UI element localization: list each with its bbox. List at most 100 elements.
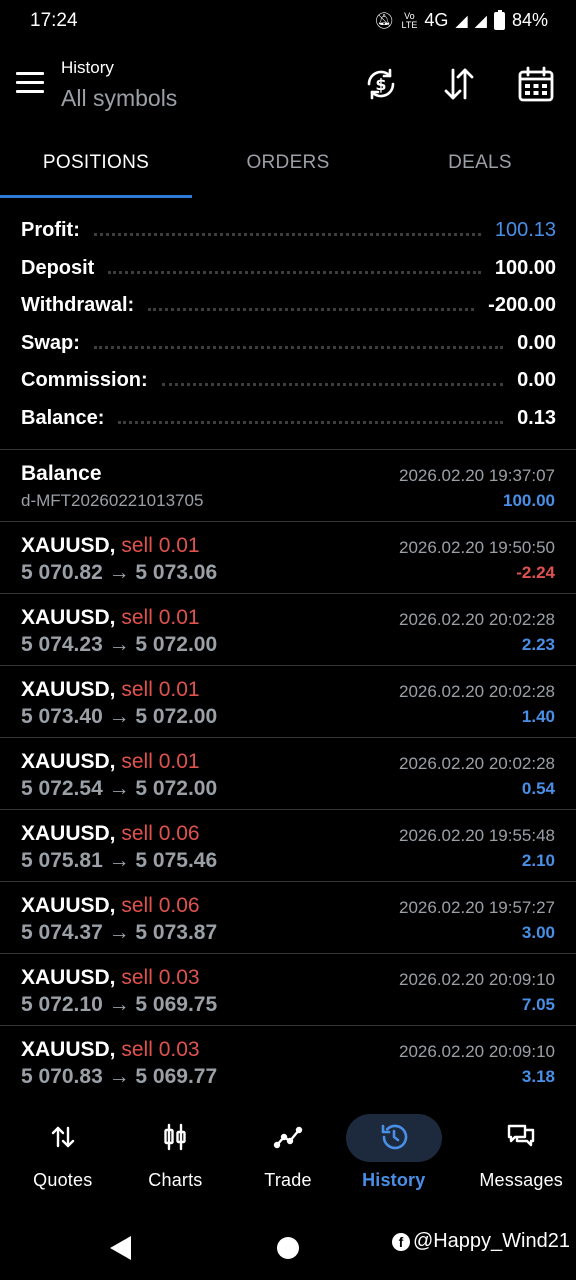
active-tab-indicator [0,195,192,198]
signal-icon: ◢ [455,12,468,30]
tab-positions[interactable]: POSITIONS [0,140,192,198]
position-time: 2026.02.20 20:02:28 [399,610,555,629]
position-title: XAUUSD, sell 0.06 [21,822,200,846]
balance-amount: 100.00 [503,491,555,510]
position-title: XAUUSD, sell 0.01 [21,750,200,774]
position-profit: 3.18 [521,1067,555,1086]
system-navigation-bar: f @Happy_Wind21 [0,1220,576,1280]
dotted-leader [118,420,504,424]
position-prices: 5 070.82 → 5 073.06 [21,561,218,584]
summary-row-profit: Profit: 100.13 [21,212,556,250]
position-time: 2026.02.20 20:02:28 [399,754,555,773]
position-prices: 5 072.54 → 5 072.00 [21,777,218,800]
position-profit: -2.24 [516,563,555,582]
position-symbol: XAUUSD, [21,894,116,917]
balance-time: 2026.02.20 19:37:07 [399,466,555,485]
nav-label: Quotes [33,1170,93,1190]
position-title: XAUUSD, sell 0.01 [21,606,200,630]
nav-quotes[interactable]: Quotes [8,1112,118,1202]
withdrawal-value: -200.00 [488,294,556,317]
position-symbol: XAUUSD, [21,966,116,989]
position-profit: 1.40 [521,707,555,726]
nav-charts[interactable]: Charts [121,1112,231,1202]
battery-icon [493,9,505,30]
position-symbol: XAUUSD, [21,822,116,845]
network-label: 4G [424,10,449,30]
nav-label: Messages [479,1170,563,1190]
summary-label: Withdrawal: [21,294,135,317]
calendar-icon[interactable] [516,64,556,104]
nav-history[interactable]: History [345,1112,456,1202]
dotted-leader [108,270,481,274]
position-time: 2026.02.20 19:57:27 [399,898,555,917]
currency-exchange-icon[interactable]: $ [361,64,401,104]
app-header: History All symbols $ [0,52,576,122]
tab-deals[interactable]: DEALS [384,140,576,198]
menu-icon[interactable] [16,72,44,94]
summary-label: Commission: [21,369,148,392]
facebook-icon: f [391,1232,410,1251]
position-side: sell 0.06 [121,822,200,845]
notifications-off-icon: 🔕︎ [374,12,395,30]
position-prices: 5 072.10 → 5 069.75 [21,993,218,1016]
dotted-leader [161,383,504,387]
position-side: sell 0.01 [121,606,200,629]
tab-orders[interactable]: ORDERS [192,140,384,198]
position-row[interactable]: XAUUSD, sell 0.03 5 072.10 → 5 069.75 20… [0,954,576,1026]
position-profit: 0.54 [521,779,555,798]
position-symbol: XAUUSD, [21,750,116,773]
history-icon [346,1112,442,1162]
position-symbol: XAUUSD, [21,606,116,629]
summary-label: Deposit [21,256,95,279]
summary-label: Swap: [21,331,80,354]
history-tabs: POSITIONS ORDERS DEALS [0,140,576,198]
position-side: sell 0.01 [121,750,200,773]
bottom-navigation: Quotes Charts Trade History Messages [0,1112,576,1202]
nav-messages[interactable]: Messages [466,1112,576,1202]
position-prices: 5 074.23 → 5 072.00 [21,633,218,656]
volte-icon: Vo LTE [401,10,418,30]
balance-value: 0.13 [517,406,556,429]
position-side: sell 0.01 [121,534,200,557]
messages-icon [466,1112,576,1162]
position-row[interactable]: XAUUSD, sell 0.01 5 070.82 → 5 073.06 20… [0,522,576,594]
position-row[interactable]: XAUUSD, sell 0.03 5 070.83 → 5 069.77 20… [0,1026,576,1098]
position-row[interactable]: XAUUSD, sell 0.06 5 075.81 → 5 075.46 20… [0,810,576,882]
position-title: XAUUSD, sell 0.01 [21,534,200,558]
position-title: XAUUSD, sell 0.01 [21,678,200,702]
quotes-icon [8,1112,118,1162]
nav-label: Charts [148,1170,203,1190]
balance-entry[interactable]: Balance d-MFT20260221013705 2026.02.20 1… [0,450,576,522]
header-subtitle: History [61,58,114,77]
position-title: XAUUSD, sell 0.06 [21,894,200,918]
home-icon[interactable] [277,1237,299,1259]
position-prices: 5 075.81 → 5 075.46 [21,849,218,872]
dotted-leader [93,233,481,237]
position-profit: 7.05 [521,995,555,1014]
position-row[interactable]: XAUUSD, sell 0.01 5 074.23 → 5 072.00 20… [0,594,576,666]
position-prices: 5 070.83 → 5 069.77 [21,1065,218,1088]
balance-id: d-MFT20260221013705 [21,491,204,510]
profit-value: 100.13 [494,219,556,242]
position-row[interactable]: XAUUSD, sell 0.06 5 074.37 → 5 073.87 20… [0,882,576,954]
trade-icon [233,1112,343,1162]
position-time: 2026.02.20 20:02:28 [399,682,555,701]
dotted-leader [93,345,504,349]
sort-icon[interactable] [439,64,479,104]
nav-trade[interactable]: Trade [233,1112,343,1202]
position-time: 2026.02.20 19:55:48 [399,826,555,845]
nav-label: History [362,1170,426,1190]
svg-text:$: $ [375,75,386,94]
nav-label: Trade [264,1170,312,1190]
back-icon[interactable] [110,1236,131,1260]
position-side: sell 0.01 [121,678,200,701]
symbol-filter[interactable]: All symbols [61,85,177,112]
summary-row-balance: Balance: 0.13 [21,400,556,438]
commission-value: 0.00 [517,369,556,392]
position-profit: 2.10 [521,851,555,870]
position-row[interactable]: XAUUSD, sell 0.01 5 073.40 → 5 072.00 20… [0,666,576,738]
position-symbol: XAUUSD, [21,534,116,557]
position-time: 2026.02.20 20:09:10 [399,970,555,989]
position-row[interactable]: XAUUSD, sell 0.01 5 072.54 → 5 072.00 20… [0,738,576,810]
position-time: 2026.02.20 19:50:50 [399,538,555,557]
